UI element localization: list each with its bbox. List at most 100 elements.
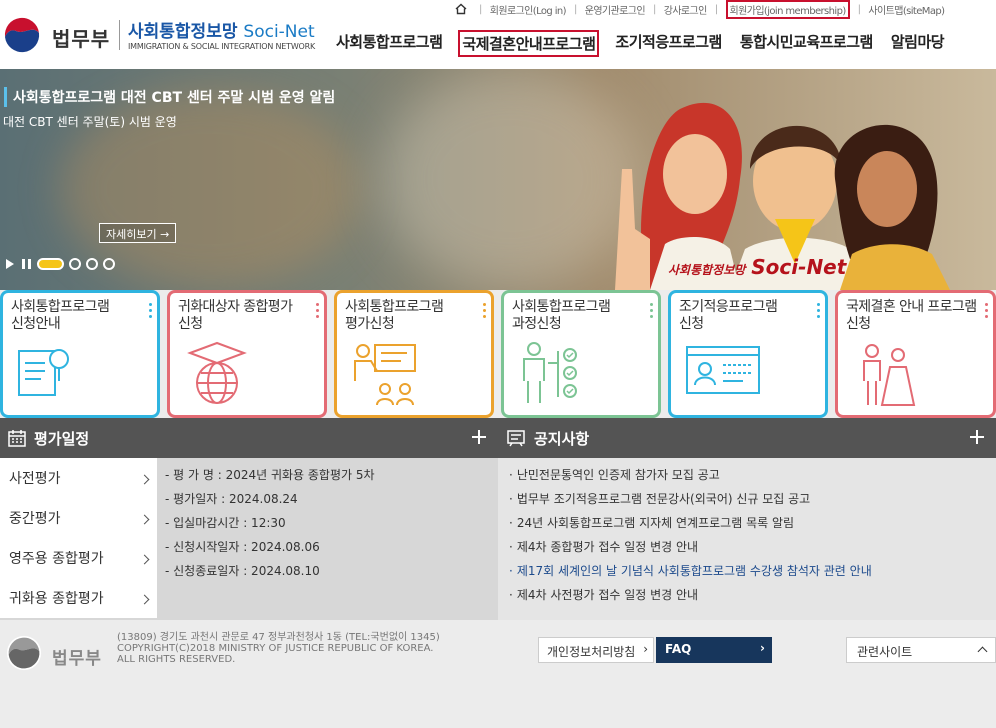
notice-item[interactable]: 제4차 종합평가 접수 일정 변경 안내 <box>509 538 872 562</box>
document-search-icon <box>18 349 69 396</box>
operator-login-link[interactable]: 운영기관로그인 <box>585 2 646 17</box>
evaluation-schedule-panel: 평가일정 사전평가 중간평가 영주용 종합평가 귀화용 종합평가 - 평 가 명… <box>0 418 498 620</box>
chevron-up-icon <box>977 646 988 657</box>
tab-naturalization-evaluation[interactable]: 귀화용 종합평가 <box>0 578 157 618</box>
tab-mid-evaluation[interactable]: 중간평가 <box>0 498 157 538</box>
main-navigation: 사회통합프로그램 국제결혼안내프로그램 조기적응프로그램 통합시민교육프로그램 … <box>334 30 960 57</box>
hero-signature: 사회통합정보망 Soci-Net <box>668 255 847 279</box>
korea-government-emblem-icon <box>6 635 42 671</box>
logo-org-name[interactable]: 법무부 <box>52 23 110 52</box>
slide-indicator-active[interactable] <box>37 258 64 270</box>
quick-service-cards: 사회통합프로그램 신청안내 귀화대상자 종합평가 신청 사회통합프로그램 평가신청 <box>0 290 996 418</box>
more-options-icon[interactable] <box>483 303 486 321</box>
hero-more-button[interactable]: 자세히보기 → <box>99 223 177 243</box>
nav-integrated-citizen-education[interactable]: 통합시민교육프로그램 <box>738 30 875 57</box>
slide-indicator[interactable] <box>103 258 115 270</box>
util-divider: | <box>573 3 577 15</box>
site-header: 법무부 사회통합정보망 Soci-Net IMMIGRATION & SOCIA… <box>0 0 996 69</box>
related-sites-dropdown[interactable]: 관련사이트 <box>846 637 996 663</box>
site-footer: 법무부 (13809) 경기도 과천시 관문로 47 정부과천청사 1동 (TE… <box>0 620 996 728</box>
schedule-details: - 평 가 명 : 2024년 귀화용 종합평가 5차 - 평가일자 : 202… <box>165 466 375 586</box>
instructor-login-link[interactable]: 강사로그인 <box>664 2 708 17</box>
login-link[interactable]: 회원로그인(Log in) <box>490 2 567 17</box>
notice-item[interactable]: 법무부 조기적응프로그램 전문강사(외국어) 신규 모집 공고 <box>509 490 872 514</box>
tab-permanent-residence-evaluation[interactable]: 영주용 종합평가 <box>0 538 157 578</box>
card-label: 국제결혼 안내 프로그램 신청 <box>846 299 977 332</box>
hero-title: 사회통합프로그램 대전 CBT 센터 주말 시범 운영 알림 <box>4 87 335 107</box>
slider-controls <box>6 258 120 270</box>
site-logo-subtitle: IMMIGRATION & SOCIAL INTEGRATION NETWORK <box>128 42 316 51</box>
schedule-item: - 입실마감시간 : 12:30 <box>165 516 286 530</box>
schedule-item: - 신청종료일자 : 2024.08.10 <box>165 564 320 578</box>
nav-social-integration[interactable]: 사회통합프로그램 <box>334 30 444 57</box>
notice-board-icon <box>507 430 525 447</box>
card-label: 사회통합프로그램 평가신청 <box>345 299 444 332</box>
more-options-icon[interactable] <box>316 303 319 321</box>
pause-icon[interactable] <box>22 259 31 269</box>
more-options-icon[interactable] <box>817 303 820 321</box>
util-divider: | <box>857 3 861 15</box>
more-options-icon[interactable] <box>985 303 988 321</box>
footer-org-name: 법무부 <box>52 649 102 669</box>
sitemap-link[interactable]: 사이트맵(siteMap) <box>868 2 945 17</box>
card-international-marriage-program[interactable]: 국제결혼 안내 프로그램 신청 <box>835 290 996 418</box>
card-label: 사회통합프로그램 과정신청 <box>512 299 611 332</box>
notice-header: 공지사항 <box>498 418 996 458</box>
schedule-heading: 평가일정 <box>34 429 90 448</box>
logo-divider <box>119 20 120 50</box>
chevron-right-icon <box>139 594 150 605</box>
join-membership-link[interactable]: 회원가입(join membership) <box>725 0 850 19</box>
util-divider: | <box>479 3 482 15</box>
notice-item[interactable]: 난민전문통역인 인증제 참가자 모집 공고 <box>509 466 872 490</box>
notice-item[interactable]: 제4차 사전평가 접수 일정 변경 안내 <box>509 586 872 610</box>
home-icon[interactable] <box>455 3 467 15</box>
faq-button[interactable]: FAQ <box>656 637 772 663</box>
id-card-icon <box>686 346 760 394</box>
person-checklist-icon <box>523 342 577 403</box>
nav-international-marriage[interactable]: 국제결혼안내프로그램 <box>458 30 600 57</box>
schedule-more-plus-icon[interactable] <box>472 430 486 444</box>
schedule-header: 평가일정 <box>0 418 498 458</box>
notice-item-highlighted[interactable]: 제17회 세계인의 날 기념식 사회통합프로그램 수강생 참석자 관련 안내 <box>509 562 872 586</box>
wedding-couple-icon <box>863 344 916 406</box>
calendar-icon <box>8 430 26 447</box>
notice-heading: 공지사항 <box>534 429 590 448</box>
site-logo-title[interactable]: 사회통합정보망 Soci-Net <box>128 17 315 42</box>
hero-banner[interactable]: 사회통합프로그램 대전 CBT 센터 주말 시범 운영 알림 대전 CBT 센터… <box>0 69 996 290</box>
slide-indicator[interactable] <box>69 258 81 270</box>
more-options-icon[interactable] <box>149 303 152 321</box>
chevron-right-icon <box>139 474 150 485</box>
privacy-policy-button[interactable]: 개인정보처리방침 <box>538 637 654 663</box>
slide-indicator[interactable] <box>86 258 98 270</box>
card-course-application[interactable]: 사회통합프로그램 과정신청 <box>501 290 661 418</box>
footer-address: (13809) 경기도 과천시 관문로 47 정부과천청사 1동 (TEL:국번… <box>117 632 440 665</box>
util-divider: | <box>714 3 718 15</box>
card-social-integration-guide[interactable]: 사회통합프로그램 신청안내 <box>0 290 160 418</box>
notice-list: 난민전문통역인 인증제 참가자 모집 공고 법무부 조기적응프로그램 전문강사(… <box>509 466 872 610</box>
utility-links: | 회원로그인(Log in) | 운영기관로그인 | 강사로그인 | 회원가입… <box>455 0 945 19</box>
korea-government-emblem-icon[interactable] <box>2 15 42 55</box>
chevron-right-icon <box>139 554 150 565</box>
notice-item[interactable]: 24년 사회통합프로그램 지자체 연계프로그램 목록 알림 <box>509 514 872 538</box>
presentation-class-icon <box>354 344 416 406</box>
card-evaluation-application[interactable]: 사회통합프로그램 평가신청 <box>334 290 494 418</box>
schedule-item: - 평 가 명 : 2024년 귀화용 종합평가 5차 <box>165 468 375 482</box>
card-label: 조기적응프로그램 신청 <box>679 299 778 332</box>
card-label: 사회통합프로그램 신청안내 <box>11 299 110 332</box>
schedule-item: - 신청시작일자 : 2024.08.06 <box>165 540 320 554</box>
hero-description: 대전 CBT 센터 주말(토) 시범 운영 <box>3 115 177 129</box>
card-naturalization-evaluation[interactable]: 귀화대상자 종합평가 신청 <box>167 290 327 418</box>
schedule-tabs: 사전평가 중간평가 영주용 종합평가 귀화용 종합평가 <box>0 458 157 618</box>
card-label: 귀화대상자 종합평가 신청 <box>178 299 293 332</box>
more-options-icon[interactable] <box>650 303 653 321</box>
card-early-adaptation-application[interactable]: 조기적응프로그램 신청 <box>668 290 828 418</box>
tab-pre-evaluation[interactable]: 사전평가 <box>0 458 157 498</box>
graduation-globe-icon <box>187 341 247 404</box>
schedule-item: - 평가일자 : 2024.08.24 <box>165 492 298 506</box>
chevron-right-icon <box>139 514 150 525</box>
nav-early-adaptation[interactable]: 조기적응프로그램 <box>613 30 723 57</box>
notice-panel: 공지사항 난민전문통역인 인증제 참가자 모집 공고 법무부 조기적응프로그램 … <box>498 418 996 620</box>
notice-more-plus-icon[interactable] <box>970 430 984 444</box>
play-icon[interactable] <box>6 259 14 269</box>
nav-notices[interactable]: 알림마당 <box>889 30 946 57</box>
